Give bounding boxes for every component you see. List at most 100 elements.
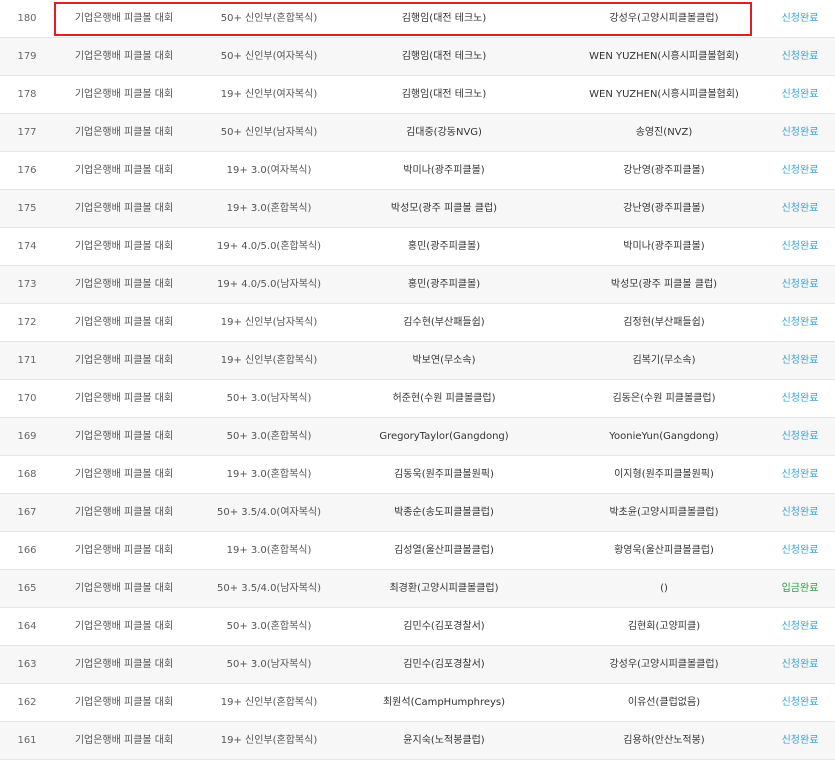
table-row: 175 기업은행배 피클볼 대회 19+ 3.0(혼합복식) 박성모(광주 피클볼 클… xyxy=(0,190,835,228)
event-name: 기업은행배 피클볼 대회 xyxy=(74,507,174,518)
row-number: 167 xyxy=(17,507,37,518)
table-row: 163 기업은행배 피클볼 대회 50+ 3.0(남자복식) 김민수(김포경찰서) 강성… xyxy=(0,646,835,684)
player-2: 이지형(원주피클볼원픽) xyxy=(614,469,714,480)
status-cell: 신청완료 xyxy=(770,114,830,151)
event-name: 기업은행배 피클볼 대회 xyxy=(74,13,174,24)
player-2: 이유선(클럽없음) xyxy=(627,697,701,708)
status-cell: 신청완료 xyxy=(770,304,830,341)
status-link[interactable]: 신청완료 xyxy=(782,355,819,366)
status-cell: 신청완료 xyxy=(770,342,830,379)
status-link[interactable]: 신청완료 xyxy=(782,735,819,746)
row-number: 165 xyxy=(17,583,37,594)
player-1: 박미나(광주피클볼) xyxy=(403,165,485,176)
player-1: 최경환(고양시피클볼클럽) xyxy=(389,583,499,594)
table-row: 177 기업은행배 피클볼 대회 50+ 신인부(남자복식) 김대중(강동NVG) 송영… xyxy=(0,114,835,152)
division: 19+ 3.0(여자복식) xyxy=(226,165,312,176)
status-link[interactable]: 신청완료 xyxy=(782,393,819,404)
table-row: 169 기업은행배 피클볼 대회 50+ 3.0(혼합복식) GregoryTaylo… xyxy=(0,418,835,456)
status-cell: 신청완료 xyxy=(770,228,830,265)
player-2: 강성우(고양시피클볼클럽) xyxy=(609,659,719,670)
event-name: 기업은행배 피클볼 대회 xyxy=(74,583,174,594)
player-1: 최원석(CampHumphreys) xyxy=(382,697,506,708)
player-2: 김동은(수원 피클볼클럽) xyxy=(612,393,716,404)
status-cell: 신청완료 xyxy=(770,0,830,37)
status-link[interactable]: 신청완료 xyxy=(782,621,819,632)
player-1: 홍민(광주피클볼) xyxy=(407,279,481,290)
status-link[interactable]: 신청완료 xyxy=(782,51,819,62)
status-cell: 신청완료 xyxy=(770,380,830,417)
player-2: 강난영(광주피클볼) xyxy=(623,203,705,214)
status-link[interactable]: 신청완료 xyxy=(782,507,819,518)
division: 50+ 3.5/4.0(남자복식) xyxy=(216,583,322,594)
player-2: () xyxy=(660,583,668,594)
table-row: 171 기업은행배 피클볼 대회 19+ 신인부(혼합복식) 박보연(무소속) 김복기(… xyxy=(0,342,835,380)
status-link[interactable]: 신청완료 xyxy=(782,317,819,328)
table-row: 164 기업은행배 피클볼 대회 50+ 3.0(혼합복식) 김민수(김포경찰서) 김현… xyxy=(0,608,835,646)
table-row: 165 기업은행배 피클볼 대회 50+ 3.5/4.0(남자복식) 최경환(고양시피… xyxy=(0,570,835,608)
status-cell: 신청완료 xyxy=(770,646,830,683)
division: 50+ 3.0(혼합복식) xyxy=(226,621,312,632)
event-name: 기업은행배 피클볼 대회 xyxy=(74,89,174,100)
event-name: 기업은행배 피클볼 대회 xyxy=(74,165,174,176)
row-number: 162 xyxy=(17,697,37,708)
row-number: 164 xyxy=(17,621,37,632)
division: 19+ 3.0(혼합복식) xyxy=(226,203,312,214)
table-row: 179 기업은행배 피클볼 대회 50+ 신인부(여자복식) 김행임(대전 테크노) W… xyxy=(0,38,835,76)
table-row: 173 기업은행배 피클볼 대회 19+ 4.0/5.0(남자복식) 홍민(광주피클볼… xyxy=(0,266,835,304)
status-link[interactable]: 신청완료 xyxy=(782,241,819,252)
status-link[interactable]: 신청완료 xyxy=(782,545,819,556)
status-cell: 신청완료 xyxy=(770,418,830,455)
row-number: 177 xyxy=(17,127,37,138)
table-row: 167 기업은행배 피클볼 대회 50+ 3.5/4.0(여자복식) 박종순(송도피클… xyxy=(0,494,835,532)
status-cell: 신청완료 xyxy=(770,76,830,113)
status-link[interactable]: 신청완료 xyxy=(782,431,819,442)
row-number: 163 xyxy=(17,659,37,670)
status-link[interactable]: 신청완료 xyxy=(782,89,819,100)
event-name: 기업은행배 피클볼 대회 xyxy=(74,545,174,556)
row-number: 168 xyxy=(17,469,37,480)
player-2: 김현회(고양피클) xyxy=(627,621,701,632)
player-1: 김행임(대전 테크노) xyxy=(401,51,487,62)
player-2: 박미나(광주피클볼) xyxy=(623,241,705,252)
status-link[interactable]: 신청완료 xyxy=(782,127,819,138)
status-link[interactable]: 신청완료 xyxy=(782,659,819,670)
table-row: 168 기업은행배 피클볼 대회 19+ 3.0(혼합복식) 김동욱(원주피클볼원픽)… xyxy=(0,456,835,494)
player-2: WEN YUZHEN(시흥시피클볼협회) xyxy=(589,51,739,62)
table-row: 180 기업은행배 피클볼 대회 50+ 신인부(혼합복식) 김행임(대전 테크노) 강… xyxy=(0,0,835,38)
table-row: 166 기업은행배 피클볼 대회 19+ 3.0(혼합복식) 김성열(울산피클볼클럽)… xyxy=(0,532,835,570)
division: 19+ 3.0(혼합복식) xyxy=(226,469,312,480)
status-cell: 신청완료 xyxy=(770,190,830,227)
status-link[interactable]: 신청완료 xyxy=(782,469,819,480)
status-link[interactable]: 신청완료 xyxy=(782,165,819,176)
player-1: 김수현(부산패들쉽) xyxy=(403,317,485,328)
status-cell: 신청완료 xyxy=(770,152,830,189)
event-name: 기업은행배 피클볼 대회 xyxy=(74,203,174,214)
player-1: 김민수(김포경찰서) xyxy=(403,659,485,670)
row-number: 176 xyxy=(17,165,37,176)
event-name: 기업은행배 피클볼 대회 xyxy=(74,279,174,290)
division: 19+ 신인부(혼합복식) xyxy=(220,697,318,708)
status-link[interactable]: 신청완료 xyxy=(782,279,819,290)
row-number: 171 xyxy=(17,355,37,366)
row-number: 180 xyxy=(17,13,37,24)
player-1: 허준현(수원 피클볼클럽) xyxy=(392,393,496,404)
player-1: 김성열(울산피클볼클럽) xyxy=(394,545,494,556)
status-link[interactable]: 신청완료 xyxy=(782,203,819,214)
table-row: 161 기업은행배 피클볼 대회 19+ 신인부(혼합복식) 윤지숙(노적봉클럽) 김용… xyxy=(0,722,835,760)
event-name: 기업은행배 피클볼 대회 xyxy=(74,469,174,480)
status-link[interactable]: 신청완료 xyxy=(782,13,819,24)
player-2: 강성우(고양시피클볼클럽) xyxy=(609,13,719,24)
status-cell: 신청완료 xyxy=(770,722,830,759)
event-name: 기업은행배 피클볼 대회 xyxy=(74,621,174,632)
player-2: 황영욱(울산피클볼클럽) xyxy=(614,545,714,556)
player-1: 김동욱(원주피클볼원픽) xyxy=(394,469,494,480)
status-link[interactable]: 입금완료 xyxy=(782,583,819,594)
event-name: 기업은행배 피클볼 대회 xyxy=(74,393,174,404)
status-link[interactable]: 신청완료 xyxy=(782,697,819,708)
status-cell: 신청완료 xyxy=(770,684,830,721)
player-2: WEN YUZHEN(시흥시피클볼협회) xyxy=(589,89,739,100)
row-number: 174 xyxy=(17,241,37,252)
division: 19+ 4.0/5.0(혼합복식) xyxy=(216,241,322,252)
status-cell: 신청완료 xyxy=(770,456,830,493)
player-1: GregoryTaylor(Gangdong) xyxy=(379,431,509,442)
